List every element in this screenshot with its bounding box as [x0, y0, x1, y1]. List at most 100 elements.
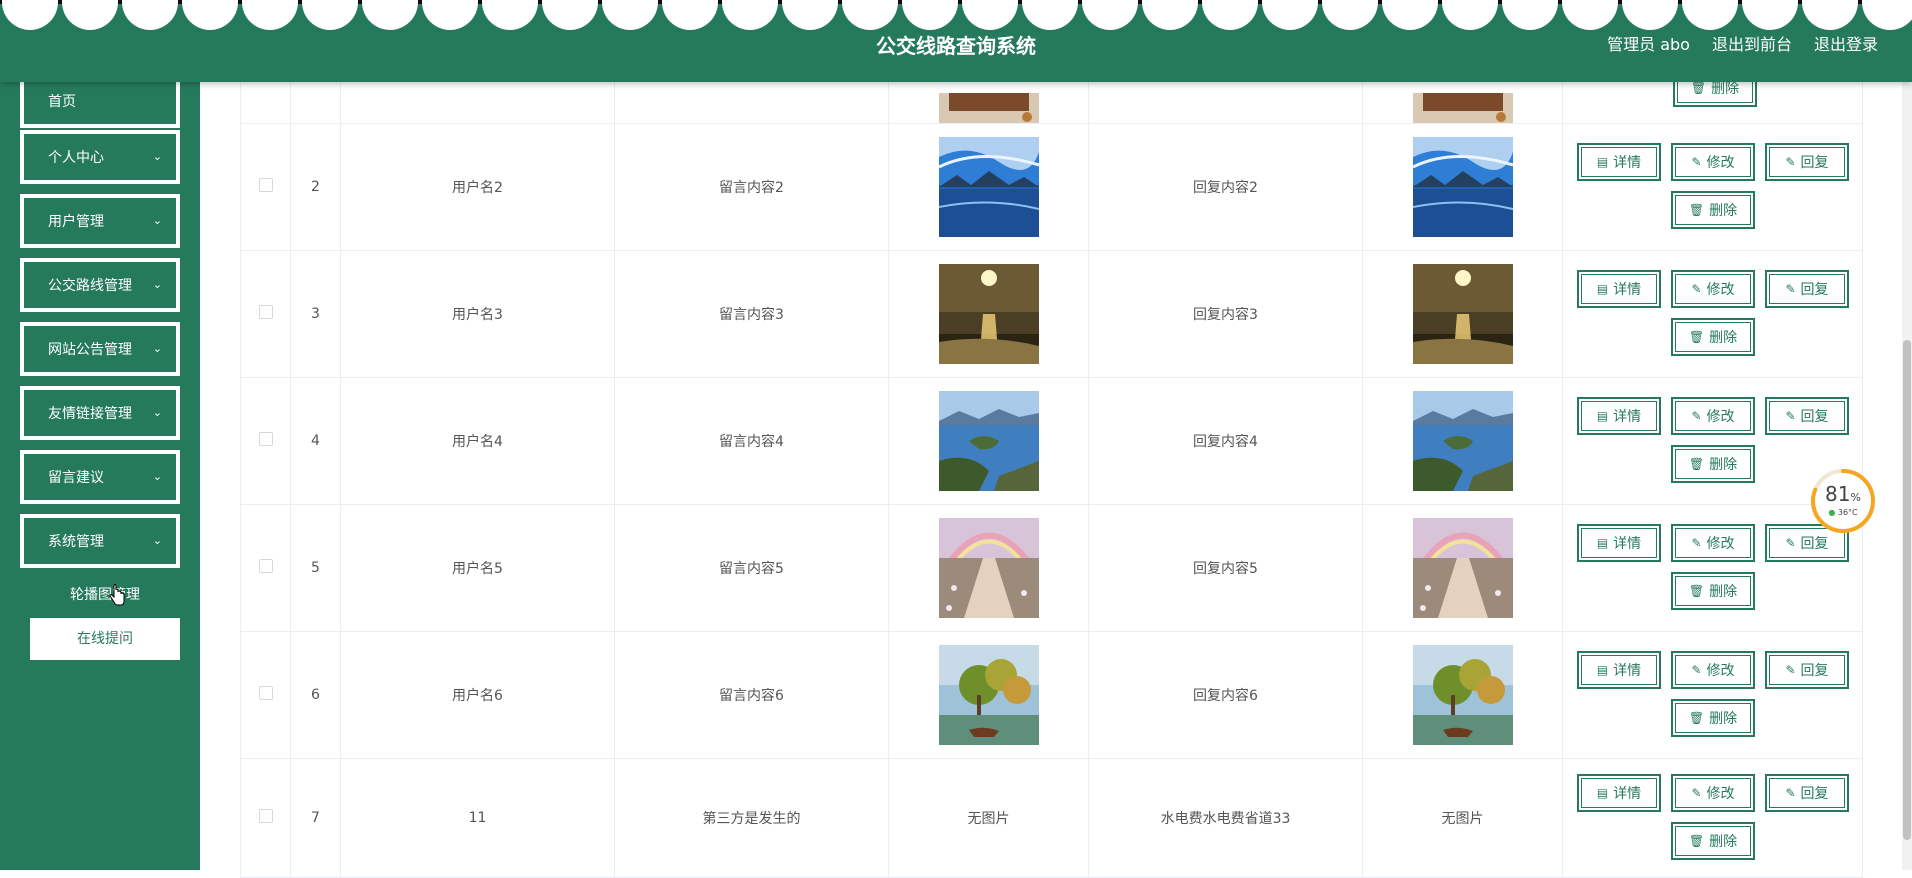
delete-button[interactable]: 🗑 删除 — [1671, 572, 1755, 610]
row-username: 用户名4 — [452, 434, 503, 450]
detail-button[interactable]: ▤ 详情 — [1577, 397, 1661, 435]
reply-button[interactable]: ✎ 回复 — [1765, 143, 1849, 181]
reply-button-label: 回复 — [1800, 663, 1829, 679]
edit-button[interactable]: ✎ 修改 — [1671, 524, 1755, 562]
reply-button[interactable]: ✎ 回复 — [1765, 774, 1849, 812]
row-image-thumbnail — [938, 391, 1039, 491]
edit-button[interactable]: ✎ 修改 — [1671, 651, 1755, 689]
document-icon: ▤ — [1596, 786, 1609, 800]
row-select-checkbox[interactable] — [258, 559, 273, 573]
row-index: 2 — [311, 179, 320, 195]
table-row: 4 用户名4 留言内容4 回复内容4 ▤ 详情 ✎ 修改 ✎ 回复 🗑 删除 — [240, 377, 1863, 505]
pencil-icon: ✎ — [1691, 536, 1702, 550]
row-reply-content: 水电费水电费省道33 — [1160, 811, 1291, 827]
detail-button-label: 详情 — [1613, 786, 1642, 802]
trash-icon: 🗑 — [1688, 330, 1705, 344]
top-header: 公交线路查询系统 管理员 abo 退出到前台 退出登录 — [0, 0, 1912, 82]
no-image-text: 无图片 — [967, 811, 1010, 827]
sidebar-item-bus-route-management[interactable]: 公交路线管理 ⌄ — [20, 258, 180, 312]
header-scallop-decoration — [2, 0, 1912, 30]
sidebar-item-label: 留言建议 — [48, 470, 104, 486]
reply-button-label: 回复 — [1800, 409, 1829, 425]
reply-button-label: 回复 — [1800, 536, 1829, 552]
logout-link[interactable]: 退出登录 — [1814, 31, 1878, 55]
document-icon: ▤ — [1596, 155, 1609, 169]
pencil-icon: ✎ — [1785, 155, 1796, 169]
detail-button-label: 详情 — [1613, 663, 1642, 679]
pencil-icon: ✎ — [1785, 409, 1796, 423]
edit-button[interactable]: ✎ 修改 — [1671, 143, 1755, 181]
edit-button-label: 修改 — [1706, 155, 1735, 171]
detail-button[interactable]: ▤ 详情 — [1577, 774, 1661, 812]
row-select-checkbox[interactable] — [258, 686, 273, 700]
row-index: 7 — [311, 810, 320, 826]
row-username: 11 — [468, 810, 487, 826]
sidebar-item-message-suggestions[interactable]: 留言建议 ⌄ — [20, 450, 180, 504]
row-image-thumbnail — [938, 93, 1039, 123]
detail-button[interactable]: ▤ 详情 — [1577, 143, 1661, 181]
performance-gauge[interactable]: 81% ● 36°C — [1810, 468, 1876, 534]
reply-button[interactable]: ✎ 回复 — [1765, 397, 1849, 435]
row-select-checkbox[interactable] — [258, 305, 273, 319]
row-select-checkbox[interactable] — [258, 178, 273, 192]
row-reply-content: 回复内容4 — [1193, 434, 1258, 450]
row-reply-image-thumbnail — [1412, 645, 1513, 745]
chevron-down-icon: ⌄ — [152, 533, 162, 547]
sidebar: 首页 个人中心 ⌄ 用户管理 ⌄ 公交路线管理 ⌄ 网站公告管理 ⌄ 友情链接管… — [0, 74, 200, 870]
chevron-down-icon: ⌄ — [152, 469, 162, 483]
submenu-item-online-questions[interactable]: 在线提问 — [30, 618, 180, 660]
reply-button[interactable]: ✎ 回复 — [1765, 270, 1849, 308]
delete-button[interactable]: 🗑 删除 — [1671, 699, 1755, 737]
sidebar-item-announcement-management[interactable]: 网站公告管理 ⌄ — [20, 322, 180, 376]
sidebar-item-label: 个人中心 — [48, 150, 104, 166]
scrollbar-thumb[interactable] — [1903, 340, 1911, 840]
current-user-label: 管理员 abo — [1607, 35, 1690, 54]
delete-button[interactable]: 🗑 删除 — [1671, 822, 1755, 860]
pencil-icon: ✎ — [1691, 155, 1702, 169]
no-reply-image-text: 无图片 — [1441, 811, 1484, 827]
detail-button[interactable]: ▤ 详情 — [1577, 651, 1661, 689]
delete-button[interactable]: 🗑 删除 — [1671, 191, 1755, 229]
pencil-icon: ✎ — [1785, 282, 1796, 296]
row-select-checkbox[interactable] — [258, 432, 273, 446]
delete-button[interactable]: 🗑 删除 — [1671, 318, 1755, 356]
pencil-icon: ✎ — [1785, 663, 1796, 677]
row-reply-image-thumbnail — [1412, 93, 1513, 123]
document-icon: ▤ — [1596, 409, 1609, 423]
sidebar-item-system-management[interactable]: 系统管理 ⌄ — [20, 514, 180, 568]
reply-button-label: 回复 — [1800, 155, 1829, 171]
message-table: 🗑 删除 2 用户名2 留言内容2 回复内容2 ▤ 详情 ✎ 修改 ✎ 回复 🗑 删除 3 用户名3 留言内容3… — [240, 40, 1863, 878]
row-message-content: 留言内容3 — [719, 307, 784, 323]
reply-button[interactable]: ✎ 回复 — [1765, 651, 1849, 689]
edit-button[interactable]: ✎ 修改 — [1671, 397, 1755, 435]
table-row: 6 用户名6 留言内容6 回复内容6 ▤ 详情 ✎ 修改 ✎ 回复 🗑 删除 — [240, 631, 1863, 759]
row-message-content: 留言内容6 — [719, 688, 784, 704]
sidebar-item-personal-center[interactable]: 个人中心 ⌄ — [20, 130, 180, 184]
edit-button[interactable]: ✎ 修改 — [1671, 270, 1755, 308]
delete-button[interactable]: 🗑 删除 — [1671, 445, 1755, 483]
row-reply-content: 回复内容3 — [1193, 307, 1258, 323]
table-row: 3 用户名3 留言内容3 回复内容3 ▤ 详情 ✎ 修改 ✎ 回复 🗑 删除 — [240, 250, 1863, 378]
row-image-thumbnail — [938, 645, 1039, 745]
row-image-thumbnail — [938, 264, 1039, 364]
row-reply-content: 回复内容6 — [1193, 688, 1258, 704]
trash-icon: 🗑 — [1688, 203, 1705, 217]
row-image-thumbnail — [938, 518, 1039, 618]
detail-button[interactable]: ▤ 详情 — [1577, 524, 1661, 562]
detail-button[interactable]: ▤ 详情 — [1577, 270, 1661, 308]
row-index: 5 — [311, 560, 320, 576]
row-select-checkbox[interactable] — [258, 809, 273, 823]
sidebar-item-user-management[interactable]: 用户管理 ⌄ — [20, 194, 180, 248]
sidebar-item-friend-link-management[interactable]: 友情链接管理 ⌄ — [20, 386, 180, 440]
row-message-content: 留言内容2 — [719, 180, 784, 196]
trash-icon: 🗑 — [1688, 711, 1705, 725]
sidebar-item-home[interactable]: 首页 — [20, 74, 180, 128]
gauge-temperature: 36°C — [1837, 508, 1858, 517]
back-to-frontend-link[interactable]: 退出到前台 — [1712, 31, 1792, 55]
sidebar-item-label: 首页 — [48, 94, 76, 110]
document-icon: ▤ — [1596, 663, 1609, 677]
edit-button[interactable]: ✎ 修改 — [1671, 774, 1755, 812]
submenu-item-carousel-management[interactable]: 轮播图管理 — [30, 574, 180, 616]
row-index: 3 — [311, 306, 320, 322]
page-scrollbar[interactable] — [1902, 82, 1912, 870]
